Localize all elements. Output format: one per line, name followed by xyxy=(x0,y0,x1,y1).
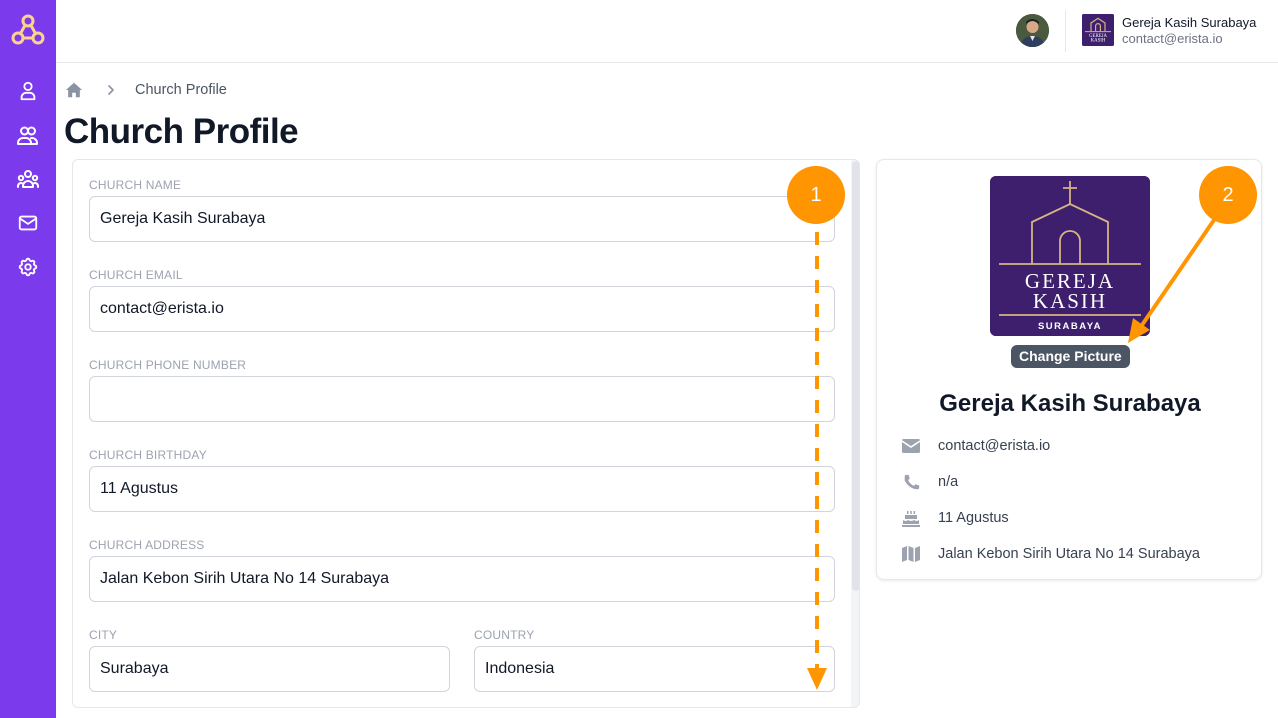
users-icon xyxy=(17,126,38,145)
gear-icon xyxy=(18,257,38,277)
user-icon xyxy=(20,81,36,101)
city-input[interactable] xyxy=(89,646,450,692)
info-birthday: 11 Agustus xyxy=(901,508,1009,528)
home-icon[interactable] xyxy=(65,81,83,99)
svg-text:GEREJA: GEREJA xyxy=(1089,34,1107,39)
church-phone-label: Church Phone Number xyxy=(89,358,247,372)
chevron-right-icon xyxy=(108,85,114,95)
church-email-input[interactable] xyxy=(89,286,835,332)
info-phone-text: n/a xyxy=(938,474,959,490)
profile-name: Gereja Kasih Surabaya xyxy=(939,390,1201,417)
sidebar xyxy=(0,0,56,718)
user-avatar[interactable] xyxy=(1016,14,1049,47)
info-birthday-text: 11 Agustus xyxy=(938,510,1009,526)
church-birthday-label: Church Birthday xyxy=(89,448,207,462)
church-name-label: Church Name xyxy=(89,178,182,192)
church-birthday-input[interactable] xyxy=(89,466,835,512)
church-phone-input[interactable] xyxy=(89,376,835,422)
mail-icon xyxy=(18,215,38,231)
annotation-badge-2: 2 xyxy=(1199,166,1257,224)
church-email-label: Church Email xyxy=(89,268,183,282)
logo-text-surabaya: SURABAYA xyxy=(1038,321,1102,332)
divider xyxy=(1065,10,1066,52)
breadcrumb-current: Church Profile xyxy=(135,82,227,98)
scrollbar-thumb[interactable] xyxy=(852,161,859,591)
sidebar-item-settings[interactable] xyxy=(14,253,42,281)
change-picture-button[interactable]: Change Picture xyxy=(1011,345,1130,368)
church-building-icon: GEREJA KASIH SURABAYA xyxy=(990,176,1150,336)
church-logo-icon: GEREJA KASIH xyxy=(1082,14,1114,46)
envelope-icon xyxy=(901,436,921,456)
info-email-text: contact@erista.io xyxy=(938,438,1051,454)
account-name: Gereja Kasih Surabaya xyxy=(1122,15,1257,30)
info-phone: n/a xyxy=(901,472,958,492)
sidebar-item-members[interactable] xyxy=(14,122,42,150)
church-logo: GEREJA KASIH SURABAYA xyxy=(990,176,1150,336)
sidebar-item-profile[interactable] xyxy=(14,77,42,105)
svg-text:KASIH: KASIH xyxy=(1091,39,1106,44)
top-bar: GEREJA KASIH Gereja Kasih Surabaya conta… xyxy=(56,0,1278,63)
church-address-label: Church Address xyxy=(89,538,205,552)
page-title: Church Profile xyxy=(64,112,299,151)
annotation-badge-1: 1 xyxy=(787,166,845,224)
city-label: City xyxy=(89,628,118,642)
info-address: Jalan Kebon Sirih Utara No 14 Surabaya xyxy=(901,544,1200,564)
sidebar-item-groups[interactable] xyxy=(14,166,42,194)
breadcrumb: Church Profile xyxy=(65,81,227,99)
profile-summary-card: GEREJA KASIH SURABAYA Change Picture Ger… xyxy=(876,159,1262,580)
country-input[interactable] xyxy=(474,646,835,692)
country-label: Country xyxy=(474,628,535,642)
info-email: contact@erista.io xyxy=(901,436,1050,456)
info-address-text: Jalan Kebon Sirih Utara No 14 Surabaya xyxy=(938,546,1200,562)
cake-icon xyxy=(901,508,921,528)
map-icon xyxy=(901,544,921,564)
logo-text-kasih: KASIH xyxy=(1033,289,1107,313)
community-logo-icon[interactable] xyxy=(11,14,45,46)
church-address-input[interactable] xyxy=(89,556,835,602)
account-email: contact@erista.io xyxy=(1122,31,1223,46)
user-group-icon xyxy=(17,170,39,188)
person-photo-icon xyxy=(1016,14,1049,47)
church-form-card: Church Name Church Email Church Phone Nu… xyxy=(72,159,860,708)
church-name-input[interactable] xyxy=(89,196,835,242)
church-logo-thumbnail[interactable]: GEREJA KASIH xyxy=(1082,14,1114,46)
sidebar-item-messages[interactable] xyxy=(14,209,42,237)
phone-icon xyxy=(901,472,921,492)
